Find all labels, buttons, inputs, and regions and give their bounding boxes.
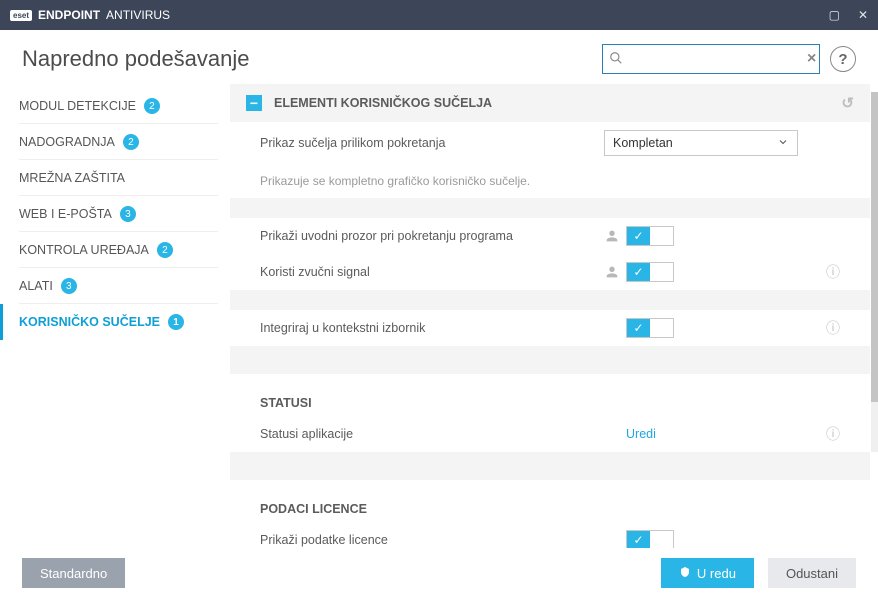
sidebar-item-web-email[interactable]: WEB I E-POŠTA 3 xyxy=(0,196,230,232)
help-button[interactable]: ? xyxy=(830,46,856,72)
dropdown-value: Kompletan xyxy=(613,136,673,150)
edit-statuses-link[interactable]: Uredi xyxy=(626,427,656,441)
row-label: Koristi zvučni signal xyxy=(260,265,604,279)
cancel-button[interactable]: Odustani xyxy=(768,558,856,588)
policy-icon xyxy=(604,228,620,244)
brand-icon: eset xyxy=(10,10,32,21)
sidebar-badge: 3 xyxy=(61,278,77,294)
spacer xyxy=(230,346,870,374)
sidebar-item-device-control[interactable]: KONTROLA UREĐAJA 2 xyxy=(0,232,230,268)
row-label: Prikaži uvodni prozor pri pokretanju pro… xyxy=(260,229,604,243)
reset-icon[interactable]: ↺ xyxy=(841,94,854,112)
sidebar-badge: 3 xyxy=(120,206,136,222)
row-label: Statusi aplikacije xyxy=(260,427,604,441)
splash-toggle[interactable]: ✓ xyxy=(626,226,674,246)
sidebar-badge: 2 xyxy=(157,242,173,258)
row-label: Prikaži podatke licence xyxy=(260,533,604,547)
sidebar-item-label: WEB I E-POŠTA xyxy=(19,207,112,221)
row-label: Integriraj u kontekstni izbornik xyxy=(260,321,604,335)
row-sound: Koristi zvučni signal ✓ ⓘ xyxy=(230,254,870,290)
scrollbar-thumb[interactable] xyxy=(871,92,878,402)
search-box[interactable]: × xyxy=(602,44,820,74)
policy-icon xyxy=(604,264,620,280)
search-input[interactable] xyxy=(623,52,807,67)
maximize-icon[interactable]: ▢ xyxy=(829,8,840,22)
ok-button-label: U redu xyxy=(697,566,736,581)
clear-icon[interactable]: × xyxy=(807,50,816,68)
sidebar-item-label: MREŽNA ZAŠTITA xyxy=(19,171,125,185)
row-label: Prikaz sučelja prilikom pokretanja xyxy=(260,136,604,150)
spacer xyxy=(230,290,870,310)
sidebar-item-label: MODUL DETEKCIJE xyxy=(19,99,136,113)
sound-toggle[interactable]: ✓ xyxy=(626,262,674,282)
spacer xyxy=(230,452,870,480)
sidebar-item-ui[interactable]: KORISNIČKO SUČELJE 1 xyxy=(0,304,230,340)
sidebar-badge: 1 xyxy=(168,314,184,330)
row-splash: Prikaži uvodni prozor pri pokretanju pro… xyxy=(230,218,870,254)
section-header-statuses: STATUSI xyxy=(230,374,870,416)
close-icon[interactable]: ✕ xyxy=(858,8,868,22)
sidebar: MODUL DETEKCIJE 2 NADOGRADNJA 2 MREŽNA Z… xyxy=(0,84,230,562)
info-icon[interactable]: ⓘ xyxy=(826,264,840,280)
section-header-license: PODACI LICENCE xyxy=(230,480,870,522)
brand: eset ENDPOINT ANTIVIRUS xyxy=(10,8,170,22)
info-icon[interactable]: ⓘ xyxy=(826,320,840,336)
shield-icon xyxy=(679,566,691,581)
brand-name-light: ANTIVIRUS xyxy=(106,8,170,22)
startup-display-dropdown[interactable]: Kompletan xyxy=(604,130,798,156)
sidebar-item-label: KORISNIČKO SUČELJE xyxy=(19,315,160,329)
sidebar-item-tools[interactable]: ALATI 3 xyxy=(0,268,230,304)
spacer xyxy=(230,198,870,218)
sidebar-item-label: ALATI xyxy=(19,279,53,293)
sidebar-item-label: KONTROLA UREĐAJA xyxy=(19,243,149,257)
section-header-ui-elements: − ELEMENTI KORISNIČKOG SUČELJA ↺ xyxy=(230,84,870,122)
page-title: Napredno podešavanje xyxy=(22,46,250,72)
ok-button[interactable]: U redu xyxy=(661,558,754,588)
sidebar-item-label: NADOGRADNJA xyxy=(19,135,115,149)
helper-text: Prikazuje se kompletno grafičko korisnič… xyxy=(260,174,530,188)
info-icon[interactable]: ⓘ xyxy=(826,426,840,442)
section-title: STATUSI xyxy=(260,396,312,410)
row-app-statuses: Statusi aplikacije Uredi ⓘ xyxy=(230,416,870,452)
context-menu-toggle[interactable]: ✓ xyxy=(626,318,674,338)
default-button[interactable]: Standardno xyxy=(22,558,125,588)
footer: Standardno U redu Odustani xyxy=(0,548,878,598)
sidebar-item-detection[interactable]: MODUL DETEKCIJE 2 xyxy=(0,88,230,124)
titlebar: eset ENDPOINT ANTIVIRUS ▢ ✕ xyxy=(0,0,878,30)
row-context-menu: Integriraj u kontekstni izbornik ✓ ⓘ xyxy=(230,310,870,346)
sidebar-item-update[interactable]: NADOGRADNJA 2 xyxy=(0,124,230,160)
license-data-toggle[interactable]: ✓ xyxy=(626,530,674,550)
section-title: PODACI LICENCE xyxy=(260,502,367,516)
section-title: ELEMENTI KORISNIČKOG SUČELJA xyxy=(274,96,492,110)
row-startup-help: Prikazuje se kompletno grafičko korisnič… xyxy=(230,164,870,198)
chevron-down-icon xyxy=(777,136,789,151)
main-panel: − ELEMENTI KORISNIČKOG SUČELJA ↺ Prikaz … xyxy=(230,84,878,562)
sidebar-badge: 2 xyxy=(144,98,160,114)
search-icon xyxy=(609,51,623,68)
row-startup-display: Prikaz sučelja prilikom pokretanja Kompl… xyxy=(230,122,870,164)
brand-name-strong: ENDPOINT xyxy=(38,8,100,22)
collapse-icon[interactable]: − xyxy=(246,95,262,111)
header: Napredno podešavanje × ? xyxy=(0,30,878,84)
sidebar-item-network[interactable]: MREŽNA ZAŠTITA xyxy=(0,160,230,196)
sidebar-badge: 2 xyxy=(123,134,139,150)
